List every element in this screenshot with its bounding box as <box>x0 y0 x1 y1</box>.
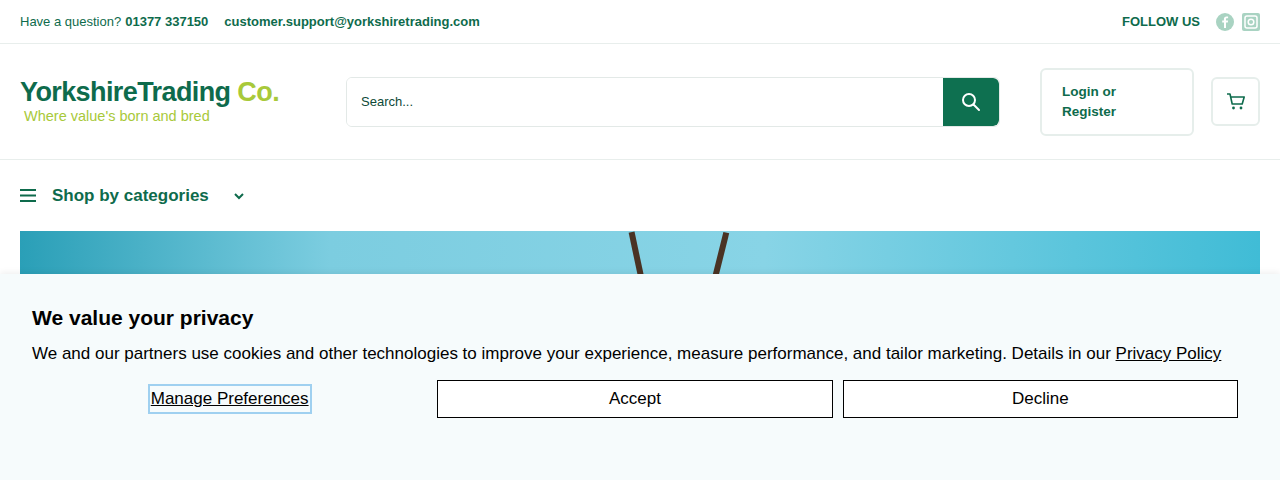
banner-body: We and our partners use cookies and othe… <box>32 344 1116 363</box>
banner-button[interactable]: Accept <box>437 380 832 418</box>
banner-title: We value your privacy <box>32 304 1238 331</box>
privacy-link[interactable]: Privacy Policy <box>1116 344 1222 363</box>
category-bar[interactable]: Shop by categories <box>0 160 1280 231</box>
logo-tagline: Where value's born and bred <box>20 109 305 124</box>
logo[interactable]: YorkshireTrading Co. Where value's born … <box>20 79 305 124</box>
search-button[interactable] <box>943 78 999 126</box>
instagram-icon[interactable] <box>1242 13 1260 31</box>
cart-button[interactable] <box>1211 77 1260 126</box>
phone-link[interactable]: 01377 337150 <box>125 12 208 32</box>
logo-suffix[interactable]: Co. <box>230 77 279 107</box>
logo-name[interactable]: YorkshireTrading <box>20 77 230 107</box>
button-label[interactable]: Decline <box>1012 389 1069 408</box>
categories-label[interactable]: Shop by categories <box>52 183 209 209</box>
login-button[interactable]: Login or Register <box>1040 68 1194 136</box>
search-input[interactable] <box>347 78 943 126</box>
hamburger-icon[interactable] <box>20 189 36 202</box>
cookie-banner: We value your privacy We and our partner… <box>0 274 1280 480</box>
button-label[interactable]: Manage Preferences <box>150 386 310 412</box>
chevron-icon[interactable] <box>233 192 245 200</box>
follow-label: FOLLOW US <box>1122 12 1200 32</box>
button-label[interactable]: Accept <box>609 389 661 408</box>
search-bar <box>346 77 1000 127</box>
cart-icon <box>1226 93 1246 111</box>
banner-buttons: Manage Preferences Accept Decline <box>32 380 1238 418</box>
facebook-icon[interactable] <box>1216 13 1234 31</box>
banner-button[interactable]: Manage Preferences <box>32 380 427 418</box>
question-text: Have a question? <box>20 12 121 32</box>
header: YorkshireTrading Co. Where value's born … <box>0 44 1280 160</box>
magnifier-icon <box>961 92 981 112</box>
banner-text: We and our partners use cookies and othe… <box>32 343 1238 364</box>
top-bar: Have a question? 01377 337150 customer.s… <box>0 0 1280 44</box>
banner-button[interactable]: Decline <box>843 380 1238 418</box>
email-link[interactable]: customer.support@yorkshiretrading.com <box>224 12 479 32</box>
